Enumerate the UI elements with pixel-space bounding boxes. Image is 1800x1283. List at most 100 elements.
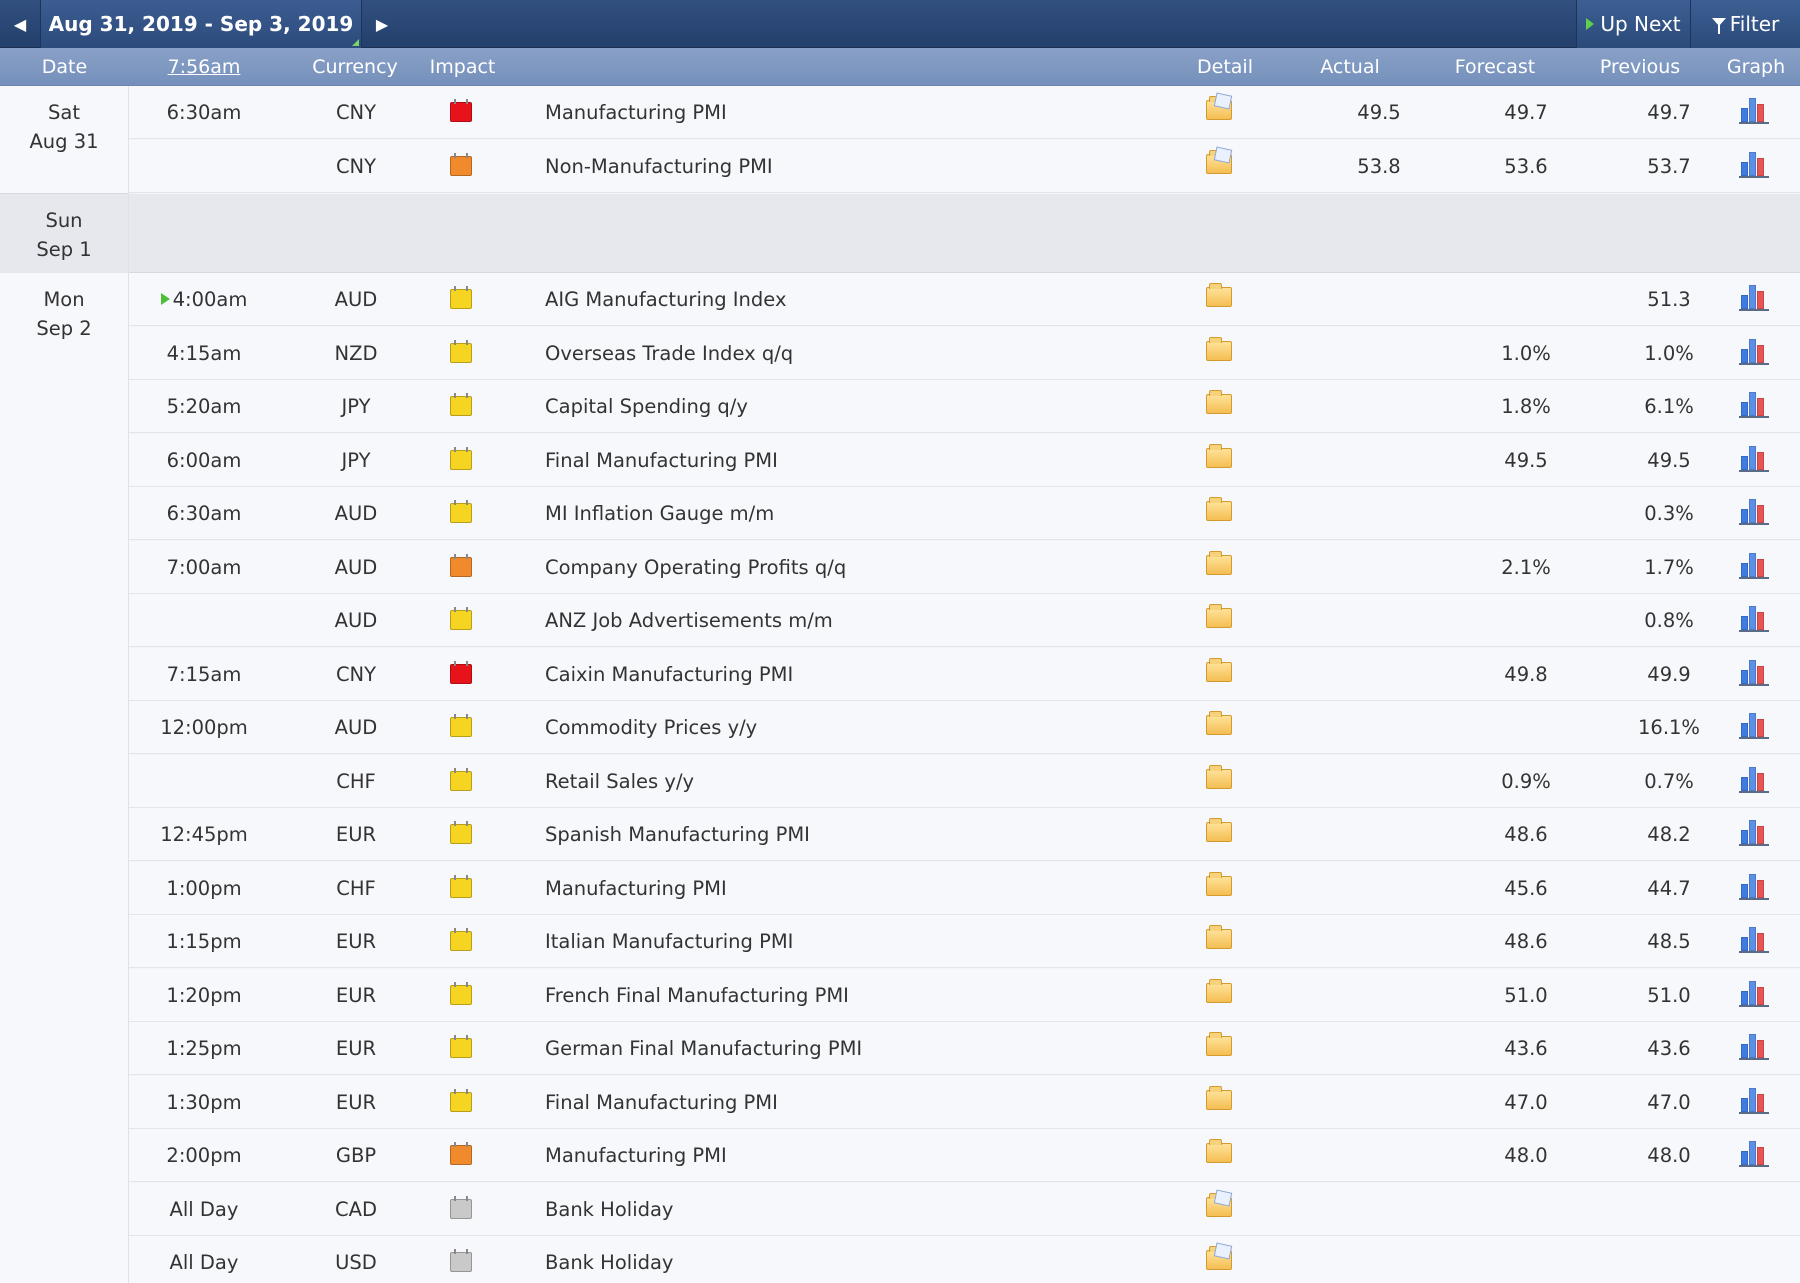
bar-chart-icon[interactable] [1739,658,1769,686]
event-forecast: 43.6 [1504,1037,1548,1060]
folder-icon[interactable] [1206,550,1232,575]
folder-icon[interactable] [1206,1085,1232,1110]
event-row[interactable]: 4:00am AUD AIG Manufacturing Index 51.3 [129,273,1800,326]
folder-icon[interactable] [1206,657,1232,682]
event-row[interactable]: 1:15pm EUR Italian Manufacturing PMI 48.6 48… [129,915,1800,968]
bar-chart-icon[interactable] [1739,444,1769,472]
event-title[interactable]: MI Inflation Gauge m/m [545,487,1145,540]
event-title[interactable]: ANZ Job Advertisements m/m [545,594,1145,647]
folder-icon[interactable] [1206,871,1232,896]
bar-chart-icon[interactable] [1739,390,1769,418]
date-range-label[interactable]: Aug 31, 2019 - Sep 3, 2019 [40,0,362,48]
event-title[interactable]: Capital Spending q/y [545,380,1145,433]
event-title[interactable]: Retail Sales y/y [545,755,1145,808]
folder-icon[interactable] [1206,818,1232,842]
folder-icon[interactable] [1206,1032,1232,1056]
event-title[interactable]: Company Operating Profits q/q [545,541,1145,594]
bar-chart-icon[interactable] [1739,1139,1769,1167]
folder-icon[interactable] [1206,604,1232,628]
filter-button[interactable]: Filter [1690,0,1800,48]
event-graph [1739,86,1789,139]
folder-icon[interactable] [1206,497,1232,521]
event-title[interactable]: Final Manufacturing PMI [545,1076,1145,1129]
event-title[interactable]: Spanish Manufacturing PMI [545,808,1145,861]
event-row[interactable]: AUD ANZ Job Advertisements m/m 0.8% [129,594,1800,647]
folder-icon[interactable] [1206,1139,1232,1163]
event-row[interactable]: 6:30am AUD MI Inflation Gauge m/m 0.3% [129,487,1800,540]
event-title[interactable]: Manufacturing PMI [545,86,1145,139]
event-forecast [1461,273,1591,326]
event-row[interactable]: 2:00pm GBP Manufacturing PMI 48.0 48.0 [129,1129,1800,1182]
event-row[interactable]: All Day USD Bank Holiday [129,1236,1800,1283]
folder-open-icon[interactable] [1206,149,1232,174]
event-title[interactable]: Manufacturing PMI [545,862,1145,915]
event-forecast [1461,487,1591,540]
event-title[interactable]: Italian Manufacturing PMI [545,915,1145,968]
event-title[interactable]: Bank Holiday [545,1183,1145,1236]
event-title[interactable]: Manufacturing PMI [545,1129,1145,1182]
bar-chart-icon[interactable] [1739,925,1769,953]
folder-icon[interactable] [1206,390,1232,414]
event-forecast: 1.8% [1501,395,1551,418]
bar-chart-icon[interactable] [1739,818,1769,846]
bar-chart-icon[interactable] [1739,551,1769,579]
impact-medium-icon [450,1142,472,1165]
folder-icon[interactable] [1206,978,1232,1003]
event-title[interactable]: Overseas Trade Index q/q [545,327,1145,380]
event-row[interactable]: 4:15am NZD Overseas Trade Index q/q 1.0% 1.0… [129,326,1800,380]
folder-open-icon[interactable] [1206,1246,1232,1270]
event-forecast [1461,594,1591,647]
column-time-link[interactable]: 7:56am [129,48,279,86]
previous-week-arrow-icon[interactable]: ◀ [0,0,40,48]
bar-chart-icon[interactable] [1739,979,1769,1007]
event-row[interactable]: 6:30am CNY Manufacturing PMI 49.5 49.7 49.7 [129,86,1800,139]
bar-chart-icon[interactable] [1739,283,1769,311]
event-detail [1206,862,1250,915]
bar-chart-icon[interactable] [1739,497,1769,525]
event-title[interactable]: Bank Holiday [545,1236,1145,1283]
folder-open-icon[interactable] [1206,96,1232,120]
up-next-button[interactable]: Up Next [1576,0,1690,48]
bar-chart-icon[interactable] [1739,604,1769,632]
event-title[interactable]: Commodity Prices y/y [545,701,1145,754]
event-row[interactable]: 5:20am JPY Capital Spending q/y 1.8% 6.1% [129,380,1800,433]
folder-icon[interactable] [1206,925,1232,949]
event-row[interactable]: 1:00pm CHF Manufacturing PMI 45.6 44.7 [129,861,1800,915]
folder-icon[interactable] [1206,711,1232,735]
event-currency: AUD [334,288,378,311]
bar-chart-icon[interactable] [1739,150,1769,178]
event-row[interactable]: 1:30pm EUR Final Manufacturing PMI 47.0 47.0 [129,1075,1800,1129]
day-weekday: Sun [45,209,83,232]
event-title[interactable]: German Final Manufacturing PMI [545,1022,1145,1075]
event-title[interactable]: Final Manufacturing PMI [545,434,1145,487]
event-title[interactable]: Caixin Manufacturing PMI [545,648,1145,701]
event-row[interactable]: CNY Non-Manufacturing PMI 53.8 53.6 53.7 [129,139,1800,193]
folder-icon[interactable] [1206,443,1232,468]
bar-chart-icon[interactable] [1739,337,1769,365]
bar-chart-icon[interactable] [1739,96,1769,124]
event-title[interactable]: French Final Manufacturing PMI [545,969,1145,1022]
folder-open-icon[interactable] [1206,1192,1232,1217]
event-row[interactable]: 1:20pm EUR French Final Manufacturing PMI 5… [129,968,1800,1022]
event-row[interactable]: 12:45pm EUR Spanish Manufacturing PMI 48.6 4… [129,808,1800,861]
event-row[interactable]: 7:15am CNY Caixin Manufacturing PMI 49.8 49.… [129,647,1800,701]
folder-icon[interactable] [1206,336,1232,361]
folder-icon[interactable] [1206,764,1232,789]
bar-chart-icon[interactable] [1739,1086,1769,1114]
event-row[interactable]: All Day CAD Bank Holiday [129,1182,1800,1236]
event-row[interactable]: 7:00am AUD Company Operating Profits q/q 2.… [129,540,1800,594]
event-row[interactable]: 6:00am JPY Final Manufacturing PMI 49.5 49.5 [129,433,1800,487]
folder-icon[interactable] [1206,283,1232,307]
event-row[interactable]: 1:25pm EUR German Final Manufacturing PMI 4… [129,1022,1800,1075]
column-graph: Graph [1726,56,1786,78]
event-row[interactable]: CHF Retail Sales y/y 0.9% 0.7% [129,754,1800,808]
next-week-arrow-icon[interactable]: ▶ [362,0,402,48]
bar-chart-icon[interactable] [1739,1032,1769,1060]
event-title[interactable]: AIG Manufacturing Index [545,273,1145,326]
bar-chart-icon[interactable] [1739,711,1769,739]
impact-holiday-icon [450,1195,472,1219]
event-title[interactable]: Non-Manufacturing PMI [545,140,1145,193]
bar-chart-icon[interactable] [1739,872,1769,900]
bar-chart-icon[interactable] [1739,765,1769,793]
event-row[interactable]: 12:00pm AUD Commodity Prices y/y 16.1% [129,701,1800,754]
